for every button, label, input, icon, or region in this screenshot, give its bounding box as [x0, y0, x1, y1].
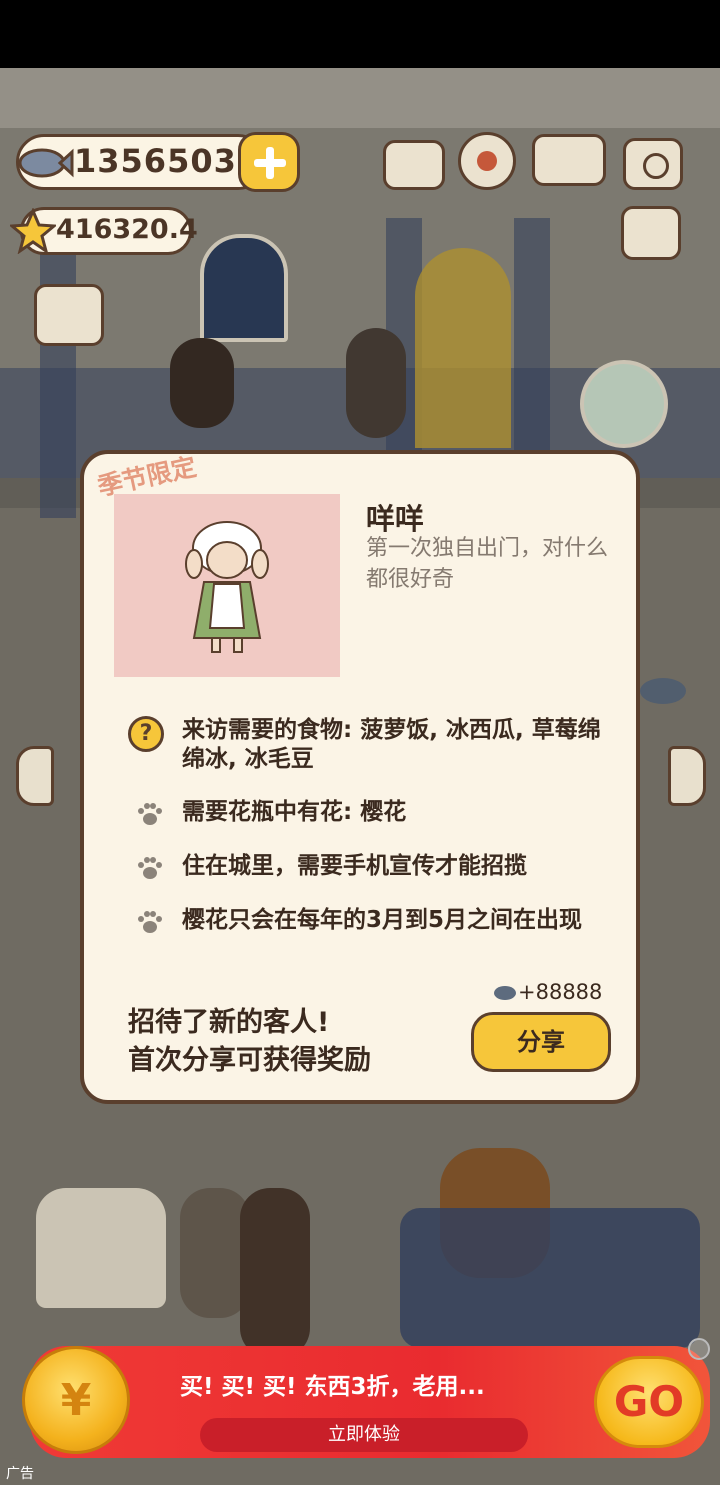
camera-icon[interactable] — [623, 138, 683, 190]
paw-icon — [138, 857, 162, 879]
ad-try-button[interactable]: 立即体验 — [200, 1418, 528, 1452]
question-icon: ? — [128, 716, 164, 752]
sheep-girl-illustration — [185, 521, 269, 653]
paw-icon — [138, 911, 162, 933]
status-bar — [0, 0, 720, 68]
close-icon[interactable] — [688, 1338, 710, 1360]
gear-icon[interactable] — [458, 132, 516, 190]
coin-symbol: ¥ — [60, 1375, 92, 1426]
fish-icon — [494, 986, 516, 1000]
book-icon[interactable] — [532, 134, 606, 186]
requirement-text: 樱花只会在每年的3月到5月之间在出现 — [182, 907, 583, 933]
coin-icon: ¥ — [22, 1346, 130, 1454]
add-coins-button[interactable] — [238, 132, 300, 192]
ranking-icon[interactable] — [383, 140, 445, 190]
share-prompt-line2: 首次分享可获得奖励 — [128, 1045, 371, 1076]
ad-headline: 买! 买! 买! 东西3折，老用... — [180, 1374, 485, 1400]
fish-icon — [18, 148, 74, 178]
prev-arrow-icon[interactable] — [16, 746, 54, 806]
share-reward: +88888 — [494, 980, 602, 1004]
go-button[interactable]: GO — [594, 1356, 704, 1448]
share-prompt-line1: 招待了新的客人! — [128, 1007, 330, 1038]
star-amount: 416320.4 — [56, 214, 198, 245]
shop-icon[interactable] — [34, 284, 104, 346]
requirement-text: 住在城里，需要手机宣传才能招揽 — [182, 853, 527, 879]
share-prompt: 招待了新的客人! 首次分享可获得奖励 — [128, 1004, 371, 1080]
requirement-text: 来访需要的食物: 菠萝饭, 冰西瓜, 草莓绵绵冰, 冰毛豆 — [182, 717, 601, 772]
paw-icon — [138, 803, 162, 825]
star-icon — [10, 208, 56, 254]
guest-name: 咩咩 — [366, 502, 425, 536]
requirement-text: 需要花瓶中有花: 樱花 — [182, 799, 407, 825]
ad-label: 广告 — [6, 1466, 34, 1482]
coin-amount: 13565035 — [74, 142, 261, 180]
next-arrow-icon[interactable] — [668, 746, 706, 806]
reward-amount: +88888 — [518, 980, 603, 1004]
share-button[interactable]: 分享 — [471, 1012, 611, 1072]
newspaper-icon[interactable] — [621, 206, 681, 260]
guest-description: 第一次独自出门，对什么都很好奇 — [366, 536, 609, 592]
